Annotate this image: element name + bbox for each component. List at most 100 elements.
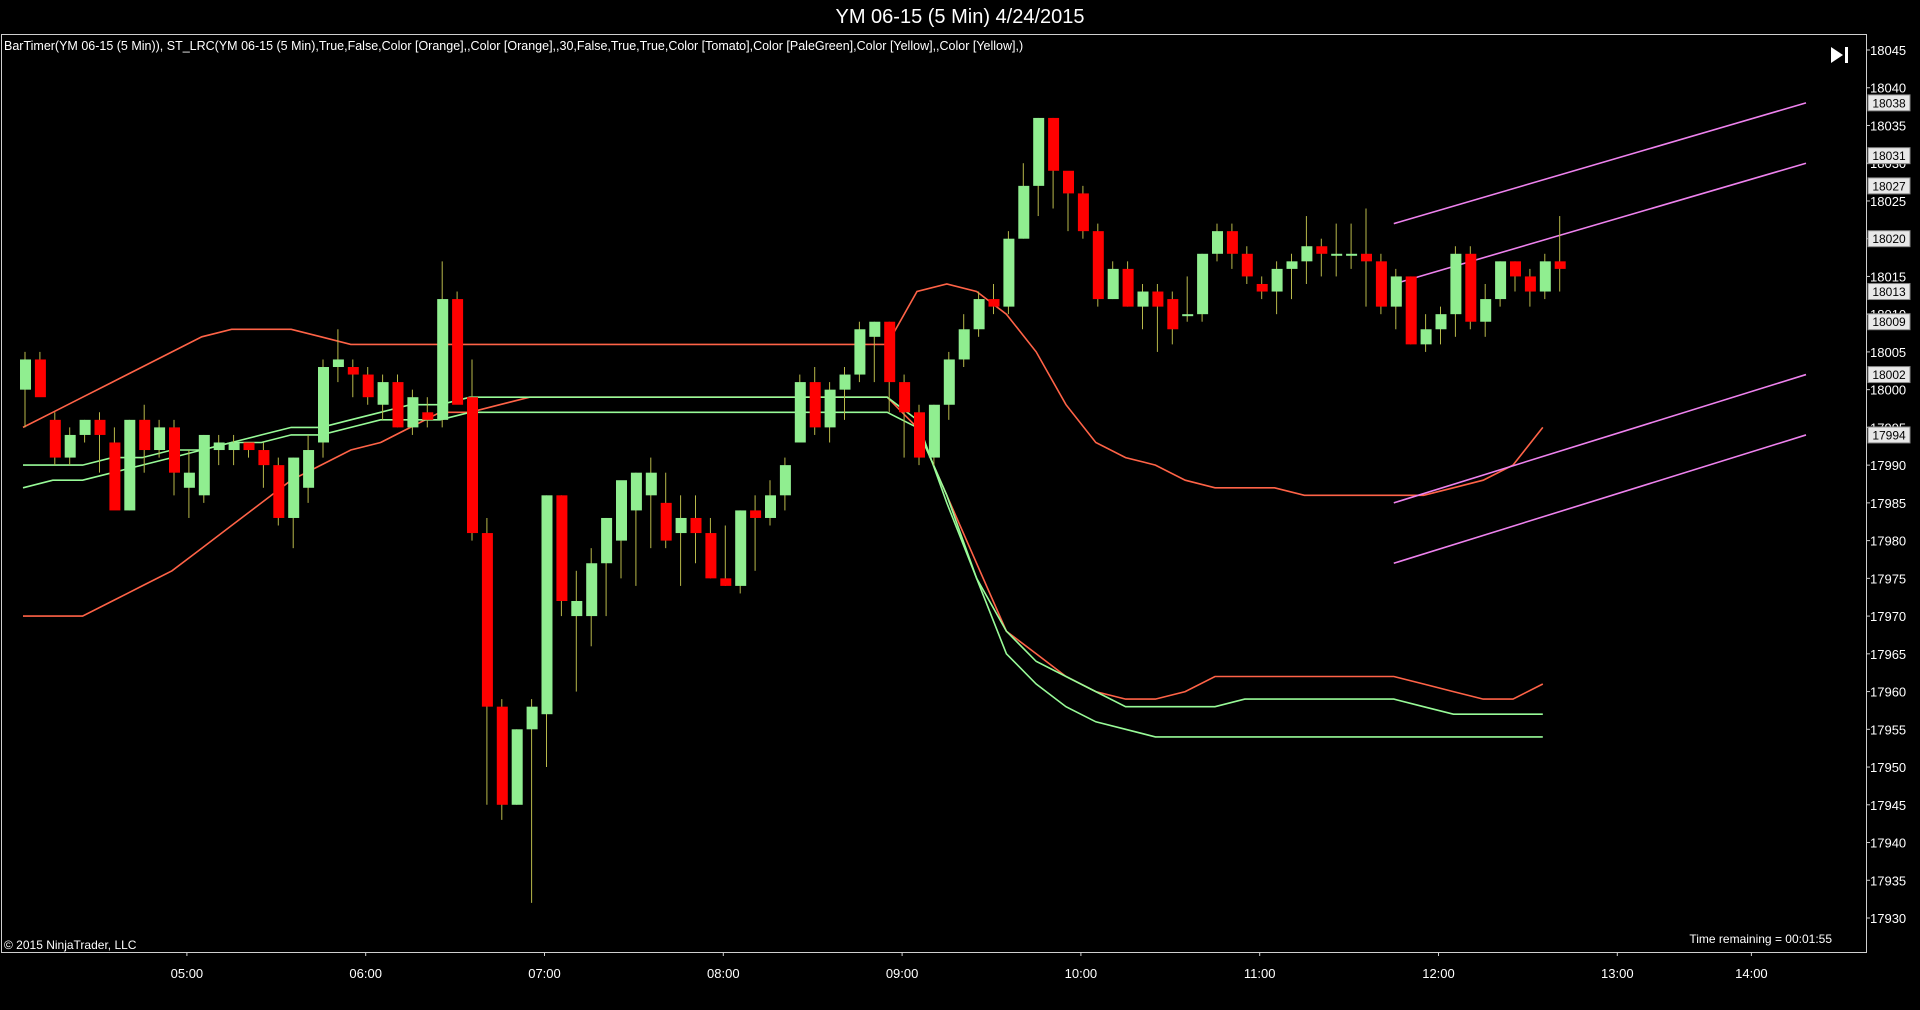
candle-down (1122, 268, 1134, 307)
candle-down (1077, 193, 1089, 232)
candle-down (1405, 276, 1417, 345)
candle-up (1420, 329, 1432, 345)
candle-down (94, 419, 106, 435)
candle-down (1554, 261, 1566, 269)
candle-up (779, 465, 791, 496)
candle-up (511, 729, 523, 805)
x-tick-label: 09:00 (886, 966, 919, 981)
candle-down (49, 419, 61, 458)
candle-up (1390, 276, 1402, 307)
candle-down (392, 382, 404, 428)
candle-down (467, 397, 478, 534)
candle-up (437, 299, 449, 420)
x-tick-label: 13:00 (1601, 966, 1634, 981)
candle-down (1226, 231, 1238, 254)
candle-down (1361, 253, 1372, 262)
candle-down (914, 412, 925, 458)
candle-up (1301, 246, 1313, 262)
candle-down (720, 578, 732, 586)
y-tick-label: 18005 (1870, 345, 1906, 360)
candle-down (496, 706, 508, 805)
candle-up (645, 472, 657, 496)
candle-up (377, 382, 389, 405)
price-label: 18020 (1872, 232, 1906, 246)
candle-up (64, 434, 76, 458)
y-tick-label: 17970 (1870, 609, 1906, 624)
y-tick-label: 17990 (1870, 458, 1906, 473)
candle-down (362, 374, 374, 398)
y-tick-label: 17945 (1870, 798, 1906, 813)
x-tick-label: 07:00 (528, 966, 561, 981)
candle-up (1435, 314, 1447, 330)
candle-up (765, 495, 776, 518)
candle-up (303, 450, 315, 488)
candle-up (407, 397, 419, 428)
candle-down (139, 419, 151, 451)
price-chart[interactable]: 17930 17935 17940 17945 17950 17955 17960 17965… (0, 0, 1920, 1010)
candle-down (1524, 276, 1536, 292)
y-tick-label: 17930 (1870, 911, 1906, 926)
candle-up (630, 472, 642, 511)
candle-down (750, 510, 762, 518)
x-tick-label: 14:00 (1735, 966, 1768, 981)
candle-up (824, 389, 836, 428)
green-lower-band (22, 411, 1543, 738)
x-tick-label: 08:00 (707, 966, 740, 981)
candle-up (318, 367, 329, 443)
candle-down (1465, 253, 1477, 322)
price-label: 18031 (1872, 149, 1906, 163)
y-tick-label: 17975 (1870, 571, 1906, 586)
candle-up (79, 419, 91, 435)
candle-up (1212, 231, 1223, 254)
candle-up (332, 359, 344, 368)
candle-up (1480, 299, 1492, 322)
price-label: 17994 (1872, 428, 1906, 442)
candle-down (705, 533, 717, 579)
candle-up (1495, 261, 1507, 300)
candle-up (854, 329, 866, 375)
candle-up (839, 374, 851, 390)
regression-lower-line (1393, 434, 1807, 565)
candle-down (1167, 299, 1179, 330)
candle-up (288, 457, 300, 518)
y-tick-label: 17940 (1870, 836, 1906, 851)
candle-up (1003, 238, 1015, 307)
candle-up (1346, 253, 1358, 256)
price-label: 18002 (1872, 368, 1906, 382)
candle-up (958, 329, 970, 360)
candle-down (258, 450, 270, 466)
candle-up (794, 382, 806, 443)
candle-up (124, 419, 136, 511)
candle-down (1510, 261, 1521, 277)
candle-up (1197, 253, 1209, 315)
candle-down (1048, 117, 1060, 171)
candle-down (1152, 291, 1164, 307)
candle-down (1063, 170, 1074, 194)
candle-up (869, 321, 881, 337)
candle-up (1271, 268, 1283, 292)
candle-up (735, 510, 747, 586)
candle-up (1018, 185, 1030, 239)
candle-up (1033, 117, 1045, 186)
candle-up (943, 359, 955, 405)
candle-down (1241, 253, 1253, 277)
candle-down (1316, 246, 1328, 254)
candle-up (586, 563, 598, 617)
candle-up (1107, 268, 1119, 300)
candle-down (243, 442, 255, 451)
y-tick-label: 17960 (1870, 685, 1906, 700)
candle-up (1286, 261, 1298, 269)
candle-up (616, 480, 627, 541)
candle-down (34, 359, 46, 398)
y-tick-label: 18035 (1870, 118, 1906, 133)
candle-down (169, 427, 180, 473)
candle-down (809, 382, 821, 428)
candle-down (1256, 283, 1268, 292)
candle-up (228, 442, 240, 451)
candle-up (1539, 261, 1551, 292)
candle-down (1092, 231, 1104, 300)
candle-up (675, 517, 687, 534)
x-tick-label: 05:00 (171, 966, 204, 981)
x-tick-label: 10:00 (1065, 966, 1098, 981)
x-tick-label: 11:00 (1244, 966, 1276, 981)
